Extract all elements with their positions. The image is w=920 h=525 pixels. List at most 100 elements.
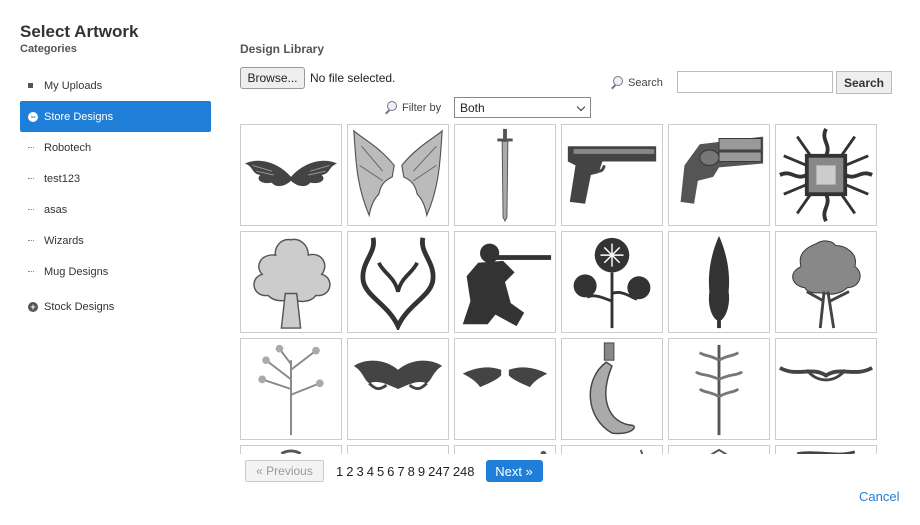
design-tile[interactable] (775, 338, 877, 440)
pagination: « Previous 1 2 3 4 5 6 7 8 9 247 248 Nex… (245, 460, 543, 482)
dialog-title: Select Artwork (20, 22, 139, 41)
tree-icon (253, 238, 331, 329)
category-label: asas (44, 203, 68, 216)
category-store-designs[interactable]: − Store Designs (20, 101, 211, 132)
category-label: Store Designs (44, 110, 114, 123)
search-input[interactable] (677, 71, 833, 93)
page-numbers: 1 2 3 4 5 6 7 8 9 247 248 (336, 464, 475, 479)
page-link[interactable]: 1 (336, 464, 343, 479)
tree-dots-icon (28, 177, 42, 180)
cancel-link[interactable]: Cancel (859, 489, 899, 504)
partial-design-icon (350, 448, 446, 454)
filter-select[interactable]: Both (454, 97, 591, 118)
design-tile[interactable] (775, 231, 877, 333)
category-label: My Uploads (44, 79, 103, 92)
partial-design-icon (540, 450, 547, 454)
browse-button[interactable]: Browse... (240, 67, 305, 89)
page-link[interactable]: 5 (377, 464, 384, 479)
design-tile[interactable] (240, 124, 342, 226)
categories-heading: Categories (20, 43, 77, 55)
design-tile[interactable] (668, 231, 770, 333)
file-status: No file selected. (310, 71, 396, 85)
page-link[interactable]: 8 (408, 464, 415, 479)
page-link[interactable]: 2 (346, 464, 353, 479)
design-tile[interactable] (454, 445, 556, 454)
tree-dots-icon (28, 239, 42, 242)
next-button[interactable]: Next » (485, 460, 543, 482)
previous-button[interactable]: « Previous (245, 460, 324, 482)
sword-icon (497, 128, 513, 223)
angel-wings-icon (353, 129, 443, 218)
branch-icon (694, 344, 744, 436)
search-icon (610, 76, 623, 89)
design-tile[interactable] (347, 338, 449, 440)
tribal-heart-icon (360, 237, 436, 330)
partial-design-icon (280, 449, 302, 454)
category-wizards[interactable]: Wizards (20, 225, 211, 256)
category-label: Stock Designs (44, 300, 115, 313)
category-mug-designs[interactable]: Mug Designs (20, 256, 211, 287)
cypress-tree-icon (708, 235, 730, 329)
design-tile[interactable] (561, 124, 663, 226)
filter-label: Filter by (384, 101, 441, 114)
category-label: test123 (44, 172, 81, 185)
design-tile[interactable] (454, 231, 556, 333)
search-label-text: Search (628, 76, 663, 89)
small-wings-icon (462, 367, 548, 388)
minus-circle-icon[interactable]: − (28, 111, 42, 122)
search-button[interactable]: Search (836, 71, 892, 94)
category-label: Mug Designs (44, 265, 109, 278)
sickle-icon (589, 342, 635, 435)
design-grid-scroll[interactable] (240, 124, 878, 454)
soldier-rifle-icon (462, 243, 552, 327)
revolver-icon (680, 136, 764, 204)
design-tile[interactable] (561, 231, 663, 333)
page-link[interactable]: 4 (367, 464, 374, 479)
design-tile[interactable] (561, 445, 663, 454)
tribal-frame-icon (779, 128, 873, 222)
category-robotech[interactable]: Robotech (20, 132, 211, 163)
pistol-icon (567, 146, 657, 204)
page-link[interactable]: 248 (453, 464, 475, 479)
square-bullet-icon (28, 83, 42, 88)
category-test123[interactable]: test123 (20, 163, 211, 194)
page-link[interactable]: 6 (387, 464, 394, 479)
design-tile[interactable] (668, 124, 770, 226)
partial-design-icon (639, 449, 644, 454)
design-tile[interactable] (454, 124, 556, 226)
plus-circle-icon[interactable]: + (28, 301, 42, 312)
design-tile[interactable] (240, 338, 342, 440)
category-asas[interactable]: asas (20, 194, 211, 225)
category-stock-designs[interactable]: + Stock Designs (20, 291, 211, 322)
tree-dots-icon (28, 270, 42, 273)
partial-design-icon (796, 450, 856, 454)
design-tile[interactable] (240, 231, 342, 333)
tribal-band-icon (778, 366, 874, 382)
flower-plant-icon (573, 237, 651, 329)
design-tile[interactable] (775, 445, 877, 454)
page-link[interactable]: 247 (428, 464, 450, 479)
filter-search-icon (384, 101, 397, 114)
design-tile[interactable] (347, 445, 449, 454)
design-tile[interactable] (347, 124, 449, 226)
design-tile[interactable] (454, 338, 556, 440)
design-tile[interactable] (561, 338, 663, 440)
category-label: Wizards (44, 234, 84, 247)
wings-dark-icon (244, 160, 338, 187)
bat-wings-icon (353, 360, 443, 391)
page-link[interactable]: 9 (418, 464, 425, 479)
design-grid (240, 124, 878, 454)
design-tile[interactable] (668, 338, 770, 440)
design-tile[interactable] (775, 124, 877, 226)
search-label: Search (610, 76, 663, 89)
design-tile[interactable] (347, 231, 449, 333)
design-tile[interactable] (668, 445, 770, 454)
partial-design-icon (710, 448, 728, 454)
filter-label-text: Filter by (402, 101, 442, 114)
page-link[interactable]: 3 (356, 464, 363, 479)
design-tile[interactable] (240, 445, 342, 454)
design-library-heading: Design Library (240, 42, 325, 56)
oak-tree-icon (792, 240, 861, 329)
page-link[interactable]: 7 (397, 464, 404, 479)
category-my-uploads[interactable]: My Uploads (20, 70, 211, 101)
